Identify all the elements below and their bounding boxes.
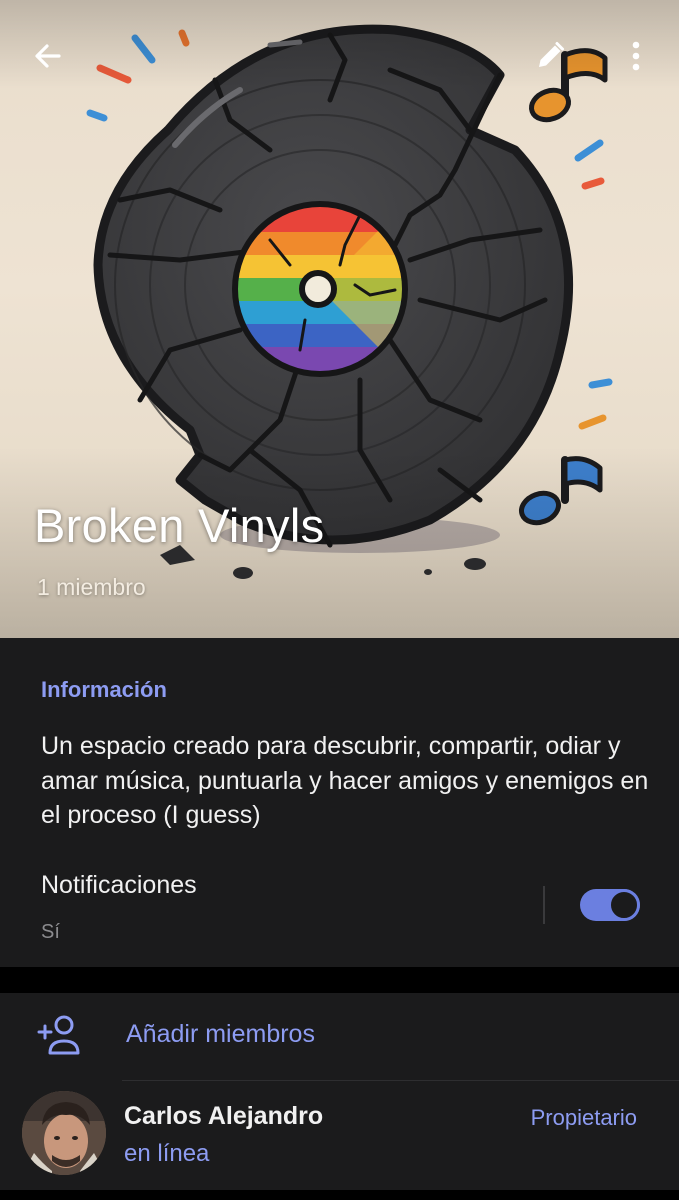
- group-member-count: 1 miembro: [37, 574, 146, 600]
- notifications-label[interactable]: Notificaciones: [41, 871, 197, 900]
- broken-vinyl-drawing: [93, 24, 574, 579]
- member-status: en línea: [124, 1140, 210, 1167]
- toggle-knob: [608, 889, 640, 921]
- more-vertical-icon: [632, 41, 640, 71]
- add-person-icon: [37, 1015, 80, 1055]
- info-section: Información Un espacio creado para descu…: [0, 638, 679, 967]
- music-note-blue-drawing: [519, 456, 603, 526]
- section-separator: [0, 967, 679, 993]
- pencil-icon: [539, 42, 564, 67]
- back-button[interactable]: [20, 28, 76, 84]
- members-section: Añadir miembros Carlos Alejandro en líne…: [0, 993, 679, 1200]
- notifications-toggle[interactable]: [580, 889, 640, 921]
- group-description[interactable]: Un espacio creado para descubrir, compar…: [41, 729, 651, 833]
- group-header: Broken Vinyls 1 miembro: [0, 0, 679, 638]
- avatar[interactable]: [22, 1091, 106, 1175]
- divider: [543, 886, 545, 924]
- more-options-button[interactable]: [608, 28, 664, 84]
- edit-button[interactable]: [522, 28, 578, 84]
- member-role-badge: Propietario: [530, 1105, 637, 1130]
- group-title: Broken Vinyls: [34, 499, 325, 552]
- info-heading: Información: [41, 677, 167, 702]
- add-members-label: Añadir miembros: [126, 1020, 315, 1048]
- member-photo-image: [22, 1091, 106, 1175]
- notifications-value: Sí: [41, 921, 60, 943]
- member-name: Carlos Alejandro: [124, 1102, 324, 1130]
- arrow-left-icon: [35, 44, 61, 68]
- member-list-item[interactable]: Carlos Alejandro en línea Propietario: [0, 1081, 679, 1191]
- bottom-edge: [0, 1190, 679, 1200]
- add-members-button[interactable]: Añadir miembros: [0, 993, 679, 1081]
